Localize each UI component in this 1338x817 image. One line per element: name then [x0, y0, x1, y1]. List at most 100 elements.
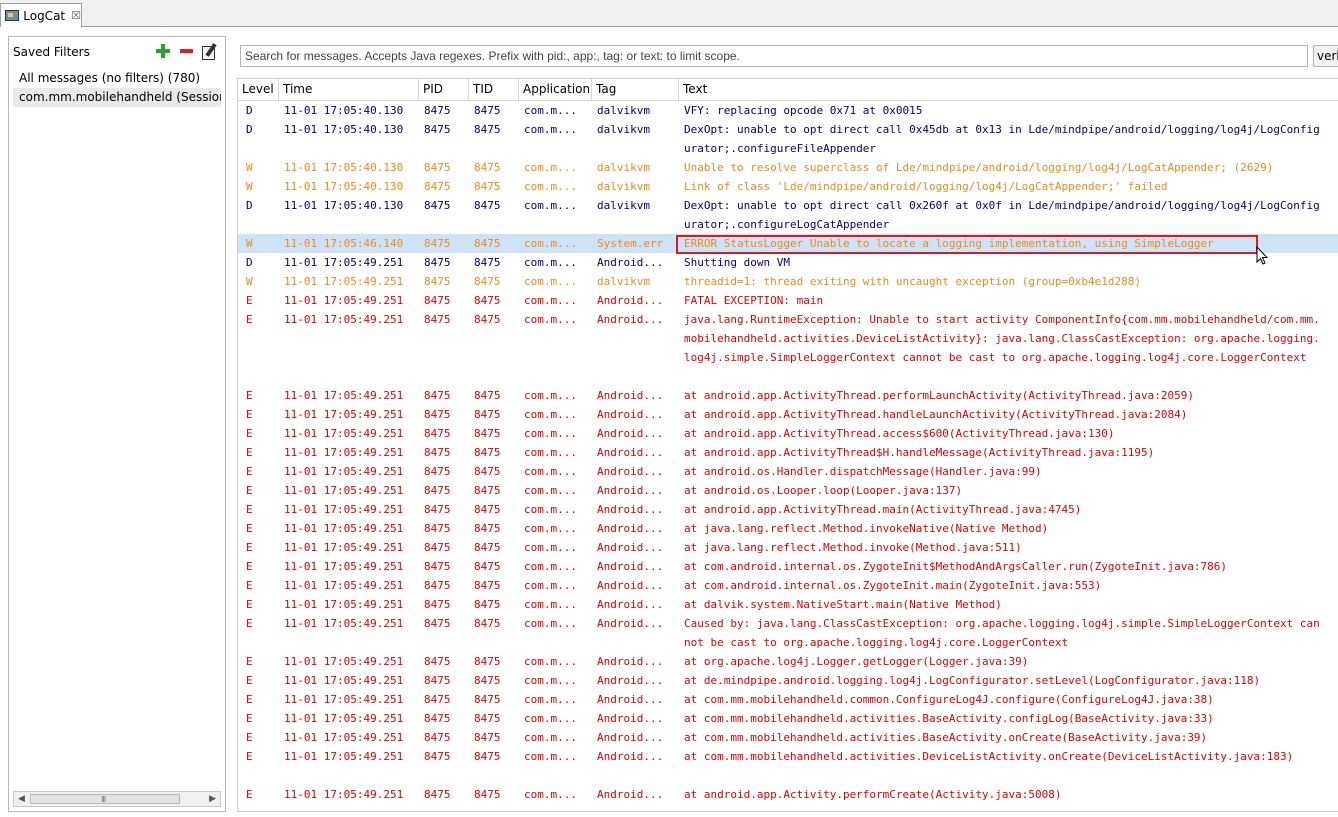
logcat-tab[interactable]: LogCat ☒: [0, 3, 82, 27]
table-row[interactable]: D 11-01 17:05:49.251 8475 8475 com.m... Andro…: [238, 253, 1338, 272]
cell-text: Caused by: java.lang.ClassCastException:…: [684, 617, 1320, 649]
table-row[interactable]: E 11-01 17:05:49.251 8475 8475 com.m... Andro…: [238, 443, 1338, 462]
column-level[interactable]: Level: [238, 79, 279, 100]
log-level-select[interactable]: verbose: [1313, 45, 1338, 67]
cell-tid: 8475: [474, 161, 501, 174]
cell-time: 11-01 17:05:40.130: [284, 199, 404, 212]
table-row[interactable]: D 11-01 17:05:40.130 8475 8475 com.m... dalvi…: [238, 120, 1338, 158]
cell-time: 11-01 17:05:49.251: [284, 446, 404, 459]
cell-tid: 8475: [474, 617, 501, 630]
column-pid[interactable]: PID: [419, 79, 469, 100]
scroll-thumb[interactable]: III: [30, 794, 180, 804]
cell-level: E: [246, 579, 253, 592]
cell-tag: Android...: [597, 256, 664, 269]
table-row[interactable]: E 11-01 17:05:49.251 8475 8475 com.m... Andro…: [238, 424, 1338, 443]
table-row[interactable]: E 11-01 17:05:49.251 8475 8475 com.m... Andro…: [238, 595, 1338, 614]
filter-item-session[interactable]: com.mm.mobilehandheld (Session Filter): [13, 88, 221, 107]
cell-application: com.m...: [524, 503, 577, 516]
cell-level: W: [246, 237, 253, 250]
table-row[interactable]: E 11-01 17:05:49.251 8475 8475 com.m... Andro…: [238, 652, 1338, 671]
cell-application: com.m...: [524, 788, 577, 801]
column-tid[interactable]: TID: [469, 79, 519, 100]
scroll-right-arrow-icon[interactable]: ▶: [209, 794, 216, 804]
remove-filter-icon[interactable]: [179, 43, 195, 59]
cell-level: E: [246, 598, 253, 611]
cell-text: at com.mm.mobilehandheld.common.Configur…: [684, 693, 1214, 706]
table-row[interactable]: E 11-01 17:05:49.251 8475 8475 com.m... Andro…: [238, 747, 1338, 785]
cell-pid: 8475: [424, 560, 451, 573]
table-row[interactable]: E 11-01 17:05:49.251 8475 8475 com.m... Andro…: [238, 614, 1338, 652]
table-row[interactable]: E 11-01 17:05:49.251 8475 8475 com.m... Andro…: [238, 462, 1338, 481]
table-row[interactable]: E 11-01 17:05:49.251 8475 8475 com.m... Andro…: [238, 576, 1338, 595]
cell-level: E: [246, 484, 253, 497]
table-row[interactable]: E 11-01 17:05:49.251 8475 8475 com.m... Andro…: [238, 709, 1338, 728]
table-row[interactable]: E 11-01 17:05:49.251 8475 8475 com.m... Andro…: [238, 291, 1338, 310]
column-application[interactable]: Application: [519, 79, 592, 100]
search-input[interactable]: [240, 45, 1308, 67]
cell-level: E: [246, 541, 253, 554]
cell-tid: 8475: [474, 674, 501, 687]
column-text[interactable]: Text: [679, 79, 1338, 100]
table-row[interactable]: E 11-01 17:05:49.251 8475 8475 com.m... Andro…: [238, 481, 1338, 500]
cell-level: E: [246, 427, 253, 440]
cell-text: VFY: replacing opcode 0x71 at 0x0015: [684, 104, 923, 117]
filter-item-all-messages[interactable]: All messages (no filters) (780): [13, 69, 221, 88]
cell-pid: 8475: [424, 484, 451, 497]
cell-text: at android.app.ActivityThread.handleLaun…: [684, 408, 1188, 421]
cell-application: com.m...: [524, 180, 577, 193]
add-filter-icon[interactable]: [155, 43, 171, 59]
column-time[interactable]: Time: [279, 79, 419, 100]
cell-level: E: [246, 294, 253, 307]
cell-time: 11-01 17:05:49.251: [284, 788, 404, 801]
cell-text: at java.lang.reflect.Method.invokeNative…: [684, 522, 1049, 535]
cell-text: at org.apache.log4j.Logger.getLogger(Log…: [684, 655, 1029, 668]
cell-application: com.m...: [524, 256, 577, 269]
table-row[interactable]: E 11-01 17:05:49.251 8475 8475 com.m... Andro…: [238, 728, 1338, 747]
cell-pid: 8475: [424, 199, 451, 212]
table-row[interactable]: E 11-01 17:05:49.251 8475 8475 com.m... Andro…: [238, 690, 1338, 709]
table-row[interactable]: E 11-01 17:05:49.251 8475 8475 com.m... Andro…: [238, 519, 1338, 538]
cell-text: java.lang.RuntimeException: Unable to st…: [684, 313, 1320, 364]
table-row[interactable]: E 11-01 17:05:49.251 8475 8475 com.m... Andro…: [238, 386, 1338, 405]
cell-text: at android.app.ActivityThread$H.handleMe…: [684, 446, 1155, 459]
cell-text: at android.app.ActivityThread.access$600…: [684, 427, 1115, 440]
cell-level: W: [246, 180, 253, 193]
scroll-left-arrow-icon[interactable]: ◀: [18, 794, 25, 804]
column-tag[interactable]: Tag: [592, 79, 679, 100]
table-row[interactable]: D 11-01 17:05:40.130 8475 8475 com.m... dalvi…: [238, 196, 1338, 234]
cell-tag: Android...: [597, 712, 664, 725]
table-row[interactable]: W 11-01 17:05:40.130 8475 8475 com.m... dalvi…: [238, 158, 1338, 177]
table-row[interactable]: D 11-01 17:05:40.130 8475 8475 com.m... dalvi…: [238, 101, 1338, 120]
cell-application: com.m...: [524, 123, 577, 136]
filter-list: All messages (no filters) (780) com.mm.m…: [13, 69, 221, 107]
table-row[interactable]: W 11-01 17:05:49.251 8475 8475 com.m... dalvi…: [238, 272, 1338, 291]
table-row[interactable]: E 11-01 17:05:49.251 8475 8475 com.m... Andro…: [238, 310, 1338, 386]
table-row[interactable]: E 11-01 17:05:49.251 8475 8475 com.m... Andro…: [238, 500, 1338, 519]
cell-application: com.m...: [524, 750, 577, 763]
table-row[interactable]: E 11-01 17:05:49.251 8475 8475 com.m... Andro…: [238, 405, 1338, 424]
table-row[interactable]: E 11-01 17:05:49.251 8475 8475 com.m... Andro…: [238, 671, 1338, 690]
cell-pid: 8475: [424, 750, 451, 763]
cell-time: 11-01 17:05:49.251: [284, 389, 404, 402]
edit-filter-icon[interactable]: [201, 42, 219, 60]
cell-tag: Android...: [597, 427, 664, 440]
table-row[interactable]: E 11-01 17:05:49.251 8475 8475 com.m... Andro…: [238, 557, 1338, 576]
cell-application: com.m...: [524, 693, 577, 706]
horizontal-scrollbar[interactable]: ◀ III ▶: [13, 791, 221, 807]
cell-pid: 8475: [424, 598, 451, 611]
cell-tag: Android...: [597, 617, 664, 630]
cell-tag: Android...: [597, 560, 664, 573]
close-icon[interactable]: ☒: [71, 9, 81, 22]
cell-tid: 8475: [474, 579, 501, 592]
cell-tag: Android...: [597, 655, 664, 668]
table-header: Level Time PID TID Application Tag Text: [238, 79, 1338, 101]
cell-level: E: [246, 750, 253, 763]
cell-text: threadid=1: thread exiting with uncaught…: [684, 275, 1141, 288]
table-row[interactable]: E 11-01 17:05:49.251 8475 8475 com.m... Andro…: [238, 538, 1338, 557]
cell-tag: Android...: [597, 541, 664, 554]
table-row[interactable]: E 11-01 17:05:49.251 8475 8475 com.m... Andro…: [238, 785, 1338, 804]
cell-tag: Android...: [597, 579, 664, 592]
cell-time: 11-01 17:05:49.251: [284, 294, 404, 307]
cell-time: 11-01 17:05:49.251: [284, 503, 404, 516]
table-row[interactable]: W 11-01 17:05:40.130 8475 8475 com.m... dalvi…: [238, 177, 1338, 196]
